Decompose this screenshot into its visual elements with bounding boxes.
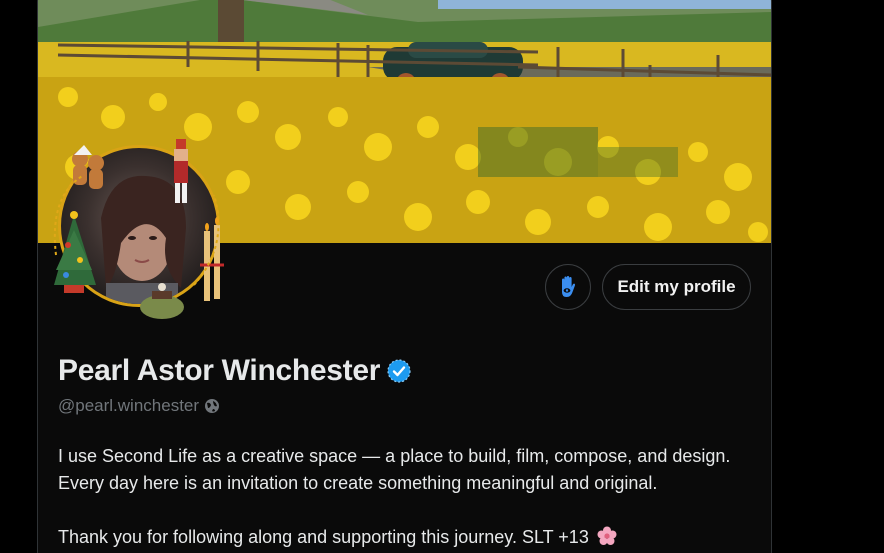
christmas-tree-icon bbox=[54, 211, 96, 293]
profile-bio: I use Second Life as a creative space — … bbox=[58, 443, 758, 551]
edit-profile-button[interactable]: Edit my profile bbox=[602, 264, 751, 310]
cherry-blossom-icon bbox=[597, 526, 617, 545]
hand-eye-icon bbox=[562, 276, 576, 297]
bio-line-with-emoji: Thank you for following along and suppor… bbox=[58, 524, 758, 551]
hand-eye-button[interactable] bbox=[545, 264, 591, 310]
display-name-row: Pearl Astor Winchester bbox=[58, 354, 411, 388]
bio-line: I use Second Life as a creative space — … bbox=[58, 446, 731, 466]
holiday-decor bbox=[53, 139, 224, 319]
gingerbread-icon bbox=[72, 145, 104, 189]
handle-row: @pearl.winchester bbox=[58, 396, 220, 416]
display-name: Pearl Astor Winchester bbox=[58, 354, 381, 387]
profile-card: Edit my profile Pearl Astor Winchester @… bbox=[37, 0, 772, 553]
bio-line: Thank you for following along and suppor… bbox=[58, 527, 589, 547]
bio-line: Every day here is an invitation to creat… bbox=[58, 473, 658, 493]
avatar-frame[interactable] bbox=[44, 135, 234, 325]
teapot-icon bbox=[140, 283, 184, 319]
profile-page: Edit my profile Pearl Astor Winchester @… bbox=[0, 0, 884, 553]
handle[interactable]: @pearl.winchester bbox=[58, 396, 199, 416]
globe-icon bbox=[205, 399, 220, 413]
verified-badge-icon[interactable] bbox=[387, 359, 411, 383]
nutcracker-icon bbox=[174, 139, 188, 203]
